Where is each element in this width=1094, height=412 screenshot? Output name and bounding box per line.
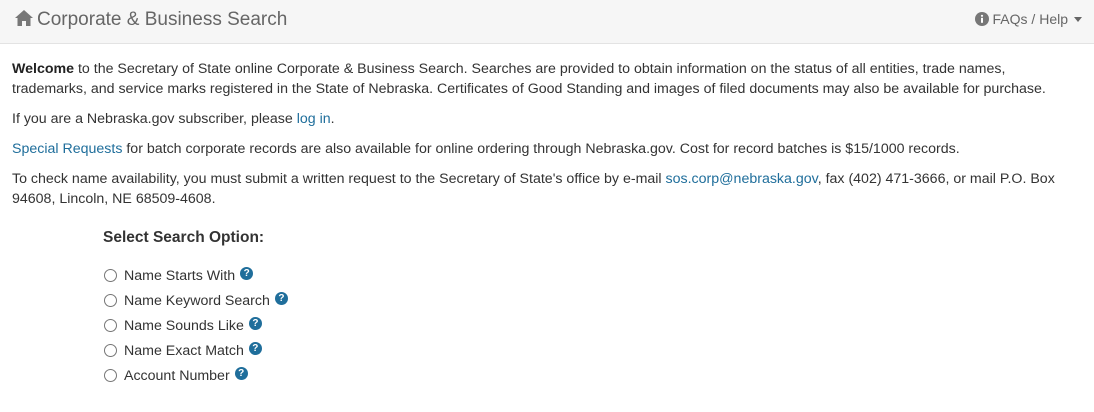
top-navbar: Corporate & Business Search FAQs / Help	[0, 0, 1094, 44]
info-circle-icon	[974, 12, 989, 26]
option-name-exact-match[interactable]: Name Exact Match ?	[103, 338, 603, 363]
subscriber-paragraph: If you are a Nebraska.gov subscriber, pl…	[12, 109, 1084, 129]
welcome-paragraph: Welcome to the Secretary of State online…	[12, 59, 1084, 99]
radio-name-keyword-search[interactable]	[104, 294, 117, 307]
faqs-help-dropdown[interactable]: FAQs / Help	[974, 10, 1082, 28]
radio-account-number[interactable]	[104, 369, 117, 382]
special-requests-paragraph: Special Requests for batch corporate rec…	[12, 139, 1084, 159]
radio-name-sounds-like[interactable]	[104, 319, 117, 332]
question-circle-icon[interactable]: ?	[248, 317, 262, 330]
special-requests-link[interactable]: Special Requests	[12, 141, 122, 157]
home-icon[interactable]	[14, 8, 34, 28]
question-circle-icon[interactable]: ?	[240, 267, 254, 280]
name-availability-text: To check name availability, you must sub…	[12, 171, 666, 187]
option-label: Name Sounds Like	[124, 317, 244, 334]
option-name-starts-with[interactable]: Name Starts With ?	[103, 263, 603, 288]
question-circle-icon[interactable]: ?	[274, 292, 288, 305]
radio-name-exact-match[interactable]	[104, 344, 117, 357]
faqs-help-label: FAQs / Help	[992, 11, 1068, 27]
welcome-text: to the Secretary of State online Corpora…	[12, 61, 1046, 97]
option-name-sounds-like[interactable]: Name Sounds Like ?	[103, 313, 603, 338]
welcome-bold: Welcome	[12, 61, 75, 77]
email-link[interactable]: sos.corp@nebraska.gov	[666, 171, 818, 187]
brand-title[interactable]: Corporate & Business Search	[37, 8, 287, 32]
login-link[interactable]: log in	[297, 111, 331, 127]
radio-name-starts-with[interactable]	[104, 269, 117, 282]
caret-down-icon	[1074, 17, 1082, 22]
search-options-title: Select Search Option:	[103, 229, 265, 246]
question-circle-icon[interactable]: ?	[248, 342, 262, 355]
special-requests-text: for batch corporate records are also ava…	[122, 141, 960, 157]
subscriber-text: If you are a Nebraska.gov subscriber, pl…	[12, 111, 297, 127]
option-label: Name Exact Match	[124, 342, 244, 359]
option-label: Account Number	[124, 367, 230, 384]
intro-section: Welcome to the Secretary of State online…	[12, 59, 1084, 219]
option-account-number[interactable]: Account Number ?	[103, 363, 603, 388]
name-availability-paragraph: To check name availability, you must sub…	[12, 169, 1084, 209]
question-circle-icon[interactable]: ?	[234, 367, 248, 380]
option-label: Name Keyword Search	[124, 292, 270, 309]
subscriber-suffix: .	[330, 111, 335, 127]
option-name-keyword-search[interactable]: Name Keyword Search ?	[103, 288, 603, 313]
option-label: Name Starts With	[124, 267, 236, 284]
search-options: Select Search Option: Name Starts With ?…	[103, 228, 603, 388]
